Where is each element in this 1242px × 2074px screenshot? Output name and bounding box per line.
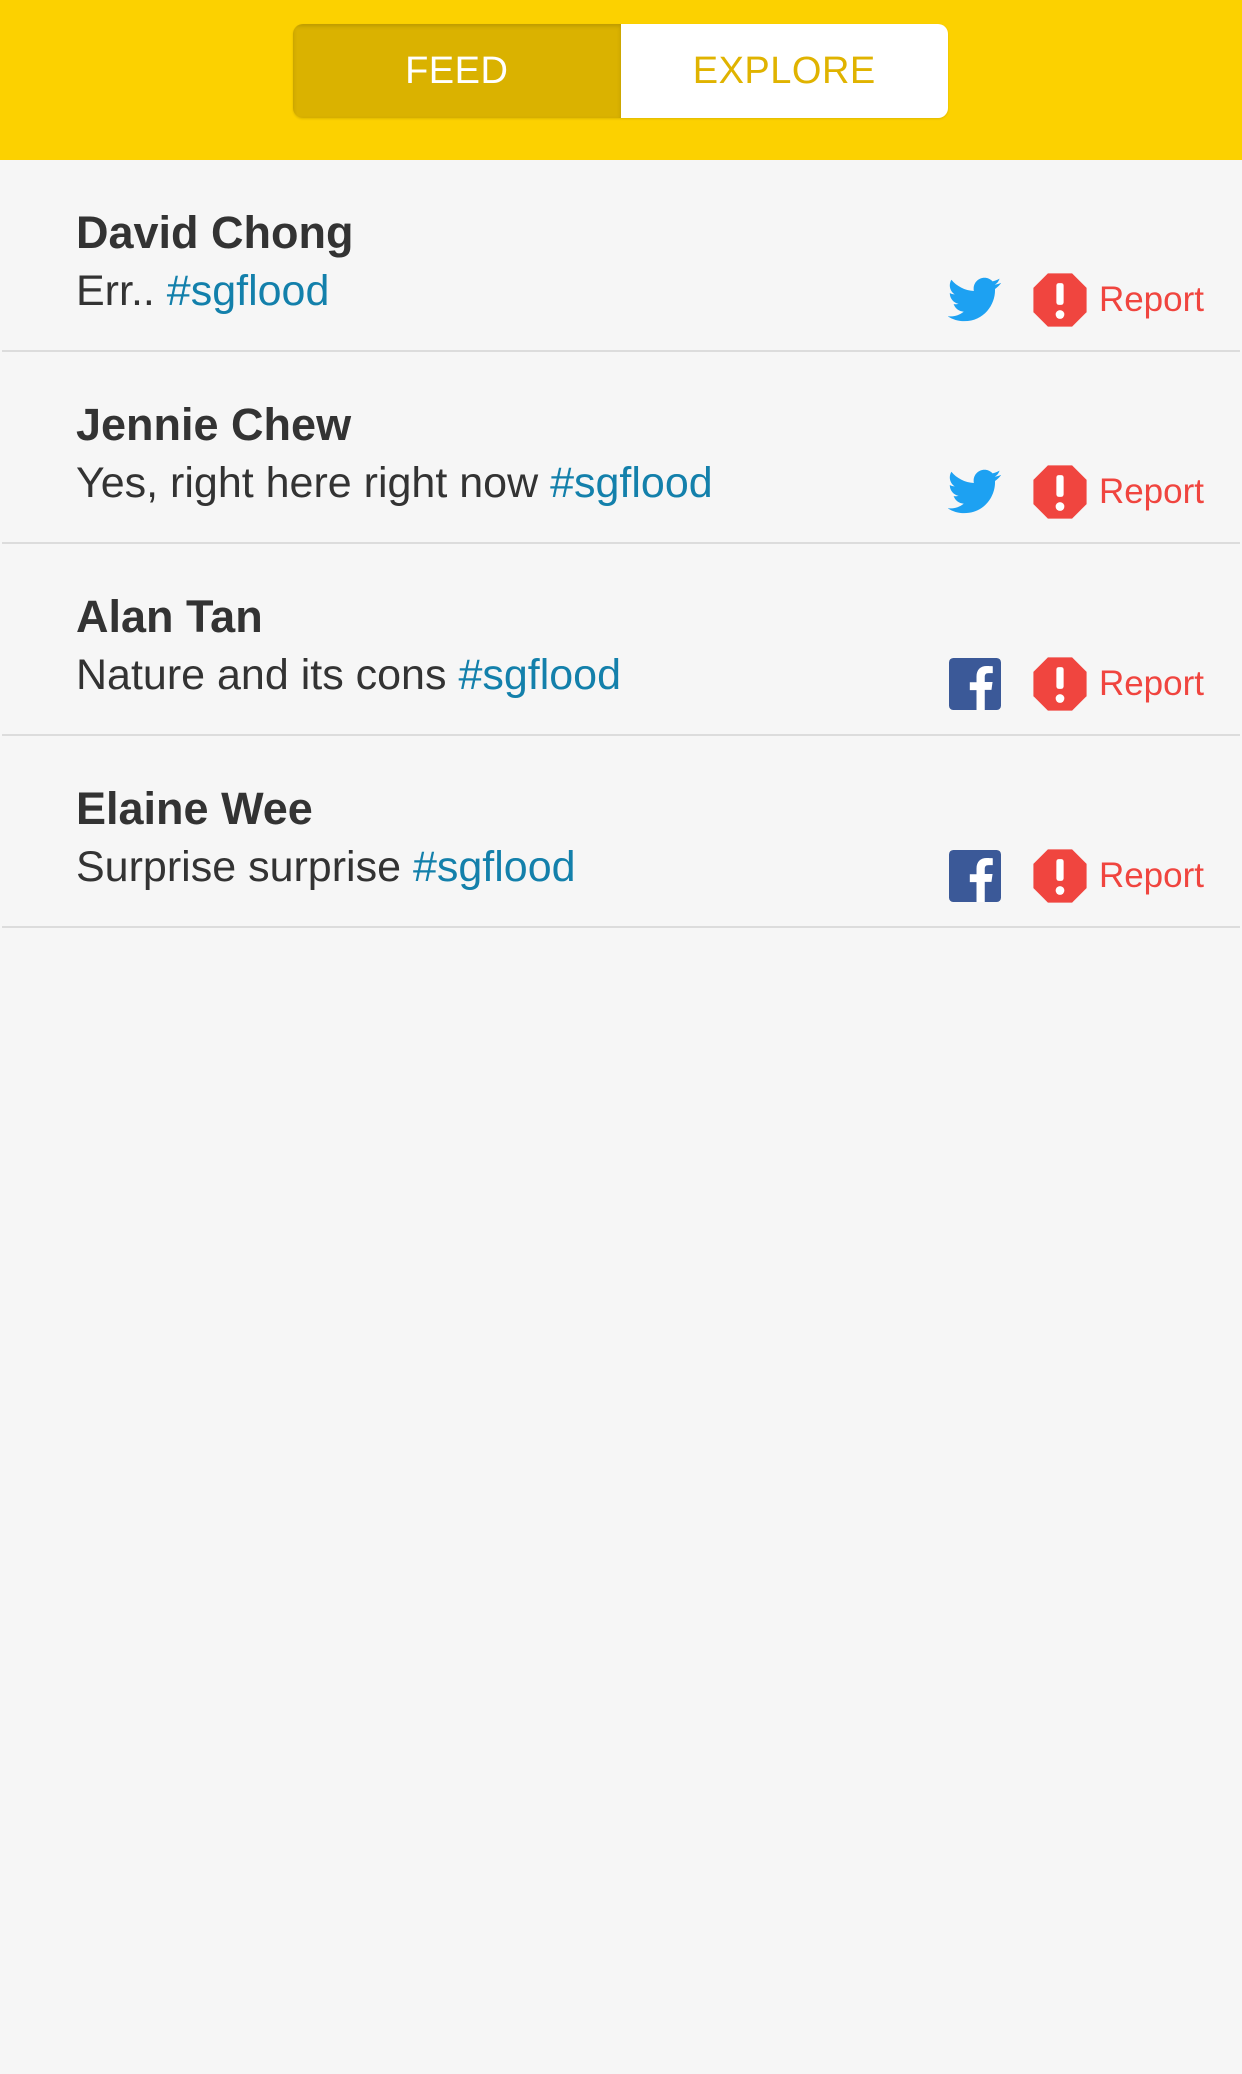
post-actions: Report — [947, 848, 1204, 904]
report-label: Report — [1098, 856, 1204, 895]
report-label: Report — [1098, 472, 1204, 511]
post-text-body: Err.. — [76, 267, 167, 315]
facebook-icon — [947, 848, 1003, 904]
warning-icon — [1033, 657, 1087, 711]
post-text: Err.. #sgflood — [76, 270, 329, 313]
warning-icon — [1033, 849, 1087, 903]
warning-icon — [1033, 465, 1087, 519]
list-item[interactable]: Elaine Wee Surprise surprise #sgflood Re… — [2, 736, 1240, 928]
hashtag-link[interactable]: #sgflood — [550, 459, 713, 507]
facebook-icon — [947, 656, 1003, 712]
warning-icon — [1033, 273, 1087, 327]
report-button[interactable]: Report — [1031, 463, 1204, 521]
report-button[interactable]: Report — [1031, 655, 1204, 713]
feed-explore-toggle: FEED EXPLORE — [293, 24, 948, 118]
post-text-body: Surprise surprise — [76, 843, 413, 891]
list-item[interactable]: Jennie Chew Yes, right here right now #s… — [2, 352, 1240, 544]
list-item[interactable]: Alan Tan Nature and its cons #sgflood Re… — [2, 544, 1240, 736]
post-text: Surprise surprise #sgflood — [76, 846, 576, 889]
top-bar: FEED EXPLORE — [0, 0, 1242, 160]
post-author: Elaine Wee — [76, 783, 313, 834]
report-label: Report — [1098, 280, 1204, 319]
app-screen: FEED EXPLORE David Chong Err.. #sgflood … — [0, 0, 1242, 2074]
report-button[interactable]: Report — [1031, 271, 1204, 329]
post-author: David Chong — [76, 207, 354, 258]
post-text: Yes, right here right now #sgflood — [76, 462, 713, 505]
report-label: Report — [1098, 664, 1204, 703]
twitter-icon — [947, 464, 1003, 520]
tab-explore[interactable]: EXPLORE — [620, 24, 948, 118]
post-author: Jennie Chew — [76, 399, 352, 450]
post-author: Alan Tan — [76, 591, 263, 642]
post-text-body: Nature and its cons — [76, 651, 459, 699]
post-text-body: Yes, right here right now — [76, 459, 551, 507]
report-button[interactable]: Report — [1031, 847, 1204, 905]
hashtag-link[interactable]: #sgflood — [413, 843, 576, 891]
feed-list: David Chong Err.. #sgflood Report Jennie… — [0, 160, 1242, 928]
tab-feed[interactable]: FEED — [293, 24, 621, 118]
hashtag-link[interactable]: #sgflood — [167, 267, 330, 315]
list-item[interactable]: David Chong Err.. #sgflood Report — [2, 160, 1240, 352]
post-actions: Report — [947, 656, 1204, 712]
post-text: Nature and its cons #sgflood — [76, 654, 621, 697]
post-actions: Report — [947, 272, 1204, 328]
post-actions: Report — [947, 464, 1204, 520]
hashtag-link[interactable]: #sgflood — [458, 651, 621, 699]
twitter-icon — [947, 272, 1003, 328]
